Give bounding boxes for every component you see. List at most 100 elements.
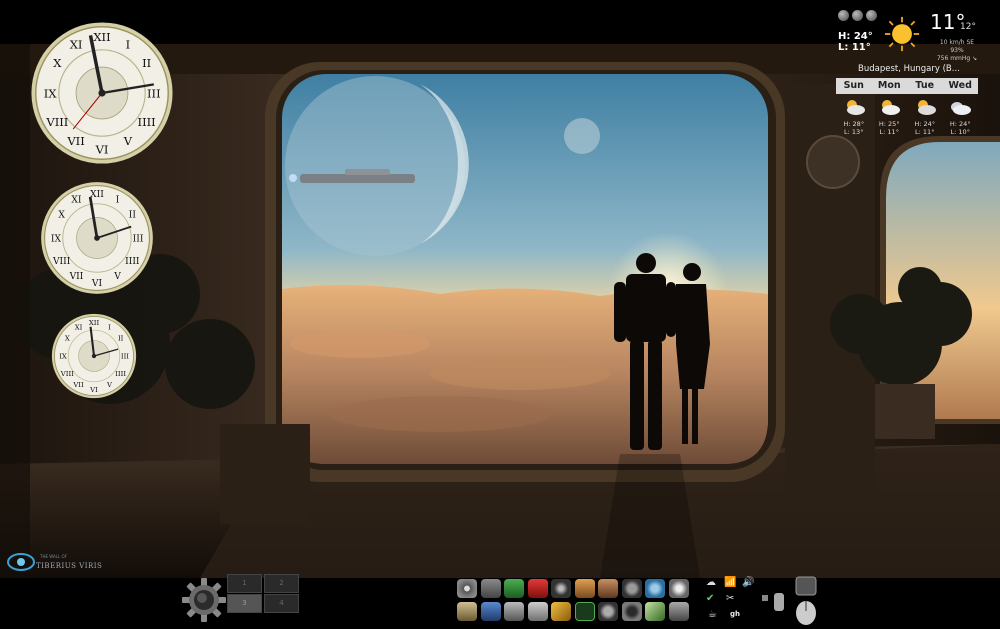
svg-text:VI: VI — [91, 279, 103, 289]
network-icon[interactable] — [551, 579, 571, 598]
forecast-row: H: 28° L: 13° H: 25° L: 11° H: 24° L: 11… — [836, 98, 978, 136]
archive-icon[interactable] — [668, 602, 689, 621]
weather-controls[interactable] — [838, 10, 877, 21]
svg-text:I: I — [126, 37, 131, 51]
humidity: 93% — [950, 47, 964, 54]
svg-text:II: II — [129, 210, 137, 220]
weather-location: Budapest, Hungary (B... — [858, 64, 960, 74]
forecast-item: H: 24° L: 10° — [943, 98, 979, 136]
small-dot-icon — [762, 595, 768, 601]
svg-text:XI: XI — [75, 323, 83, 331]
wifi-icon[interactable]: 📶 — [724, 577, 736, 589]
paint-icon[interactable] — [645, 602, 665, 621]
logo-icon — [7, 553, 35, 571]
package-icon[interactable] — [480, 579, 501, 598]
forecast-low: L: 11° — [915, 128, 935, 136]
svg-text:V: V — [123, 134, 133, 148]
svg-text:VI: VI — [89, 386, 98, 394]
pdf-icon[interactable] — [527, 579, 548, 598]
application-dock — [457, 579, 693, 623]
forecast-days-header: Sun Mon Tue Wed — [836, 78, 978, 94]
workspace-pager[interactable]: 1 2 3 4 — [227, 572, 299, 616]
logo-text: TIBERIUS VIRIS — [36, 562, 103, 570]
amarok-icon[interactable] — [621, 602, 642, 621]
trash-bin-icon[interactable] — [774, 593, 784, 611]
sunny-icon — [884, 16, 920, 52]
cloudy-icon — [951, 102, 972, 115]
forecast-item: H: 28° L: 13° — [836, 98, 872, 136]
flag-icon[interactable] — [480, 602, 501, 621]
svg-text:I: I — [108, 323, 111, 331]
forecast-day-label: Wed — [948, 80, 972, 91]
gimp-icon[interactable] — [574, 579, 595, 598]
svg-text:I: I — [116, 196, 120, 206]
forecast-high: H: 25° — [878, 120, 900, 128]
svg-text:IIII: IIII — [115, 370, 126, 378]
bug-icon[interactable] — [598, 602, 618, 621]
forecast-day-label: Sun — [843, 80, 864, 91]
partly-cloudy-icon — [917, 100, 936, 115]
svg-text:VI: VI — [95, 142, 109, 156]
workspace-2[interactable]: 2 — [264, 574, 299, 593]
medium-clock: XII I II III IIII V VI VII VIII IX X XI — [40, 181, 154, 295]
svg-text:X: X — [65, 335, 70, 343]
svg-text:III: III — [121, 353, 129, 361]
dolphin-icon[interactable] — [598, 579, 618, 598]
workspace-3[interactable]: 3 — [227, 594, 262, 613]
svg-text:VII: VII — [72, 381, 84, 389]
svg-text:II: II — [142, 56, 151, 70]
checkmark-icon[interactable]: ✔ — [706, 593, 714, 605]
workspace-1[interactable]: 1 — [227, 574, 262, 593]
system-settings-icon[interactable] — [621, 579, 642, 598]
svg-text:VIII: VIII — [45, 115, 68, 129]
svg-text:XI: XI — [70, 37, 83, 51]
weather-widget[interactable]: H: 24° L: 11° 11° 12° 10 km/h SE 93% 756… — [836, 6, 996, 136]
settings-gear-icon[interactable] — [180, 576, 228, 624]
terminal-icon[interactable] — [574, 602, 595, 621]
svg-text:VIII: VIII — [60, 370, 74, 378]
small-clock: XII I II III IIII V VI VII VIII IX X XI — [51, 313, 137, 399]
svg-text:VII: VII — [69, 272, 84, 282]
workspace-4[interactable]: 4 — [264, 594, 299, 613]
wrench-icon[interactable] — [504, 602, 524, 621]
browser-icon[interactable] — [645, 579, 665, 598]
weather-info-icon[interactable] — [852, 10, 863, 21]
tray-gh-label[interactable]: gh — [730, 610, 740, 618]
forecast-high: H: 24° — [914, 120, 936, 128]
forecast-low: L: 13° — [844, 128, 864, 136]
forecast-day-label: Mon — [877, 80, 901, 91]
logo-subtitle: THE WALL OF — [40, 554, 67, 559]
download-icon[interactable] — [504, 579, 524, 598]
svg-text:VII: VII — [66, 134, 84, 148]
partly-cloudy-icon — [882, 100, 901, 115]
svg-text:IX: IX — [44, 86, 58, 100]
camera-icon[interactable] — [795, 576, 817, 596]
notes-icon[interactable] — [527, 602, 548, 621]
cloud-icon[interactable]: ☁ — [706, 577, 716, 589]
large-clock: XII I II III IIII V VI VII VIII IX X XI — [30, 21, 174, 165]
weather-refresh-icon[interactable] — [838, 10, 849, 21]
cup-icon[interactable]: ☕ — [708, 609, 717, 621]
forecast-high: H: 24° — [949, 120, 971, 128]
svg-text:V: V — [106, 381, 113, 389]
system-tray: ☁ 📶 🔊 ✔ ✂ ☕ gh — [706, 577, 756, 623]
pressure: 756 mmHg ↘ — [936, 55, 978, 62]
forecast-item: H: 25° L: 11° — [872, 98, 908, 136]
trash-widget[interactable] — [760, 575, 830, 625]
svg-text:X: X — [53, 56, 62, 70]
disc-icon[interactable] — [457, 579, 477, 598]
forecast-high: H: 28° — [843, 120, 865, 128]
svg-text:VIII: VIII — [52, 257, 71, 267]
svg-text:V: V — [113, 272, 121, 282]
volume-icon[interactable]: 🔊 — [742, 577, 754, 589]
svg-text:X: X — [58, 210, 65, 220]
svg-text:III: III — [147, 86, 161, 100]
media-player-icon[interactable] — [668, 579, 689, 598]
tools-icon[interactable] — [457, 602, 477, 621]
scissors-icon[interactable]: ✂ — [726, 593, 734, 605]
svg-text:IIII: IIII — [125, 257, 140, 267]
weather-settings-icon[interactable] — [866, 10, 877, 21]
svg-text:IIII: IIII — [138, 115, 156, 129]
wind-speed: 10 km/h SE — [939, 39, 975, 46]
pencil-icon[interactable] — [551, 602, 571, 621]
